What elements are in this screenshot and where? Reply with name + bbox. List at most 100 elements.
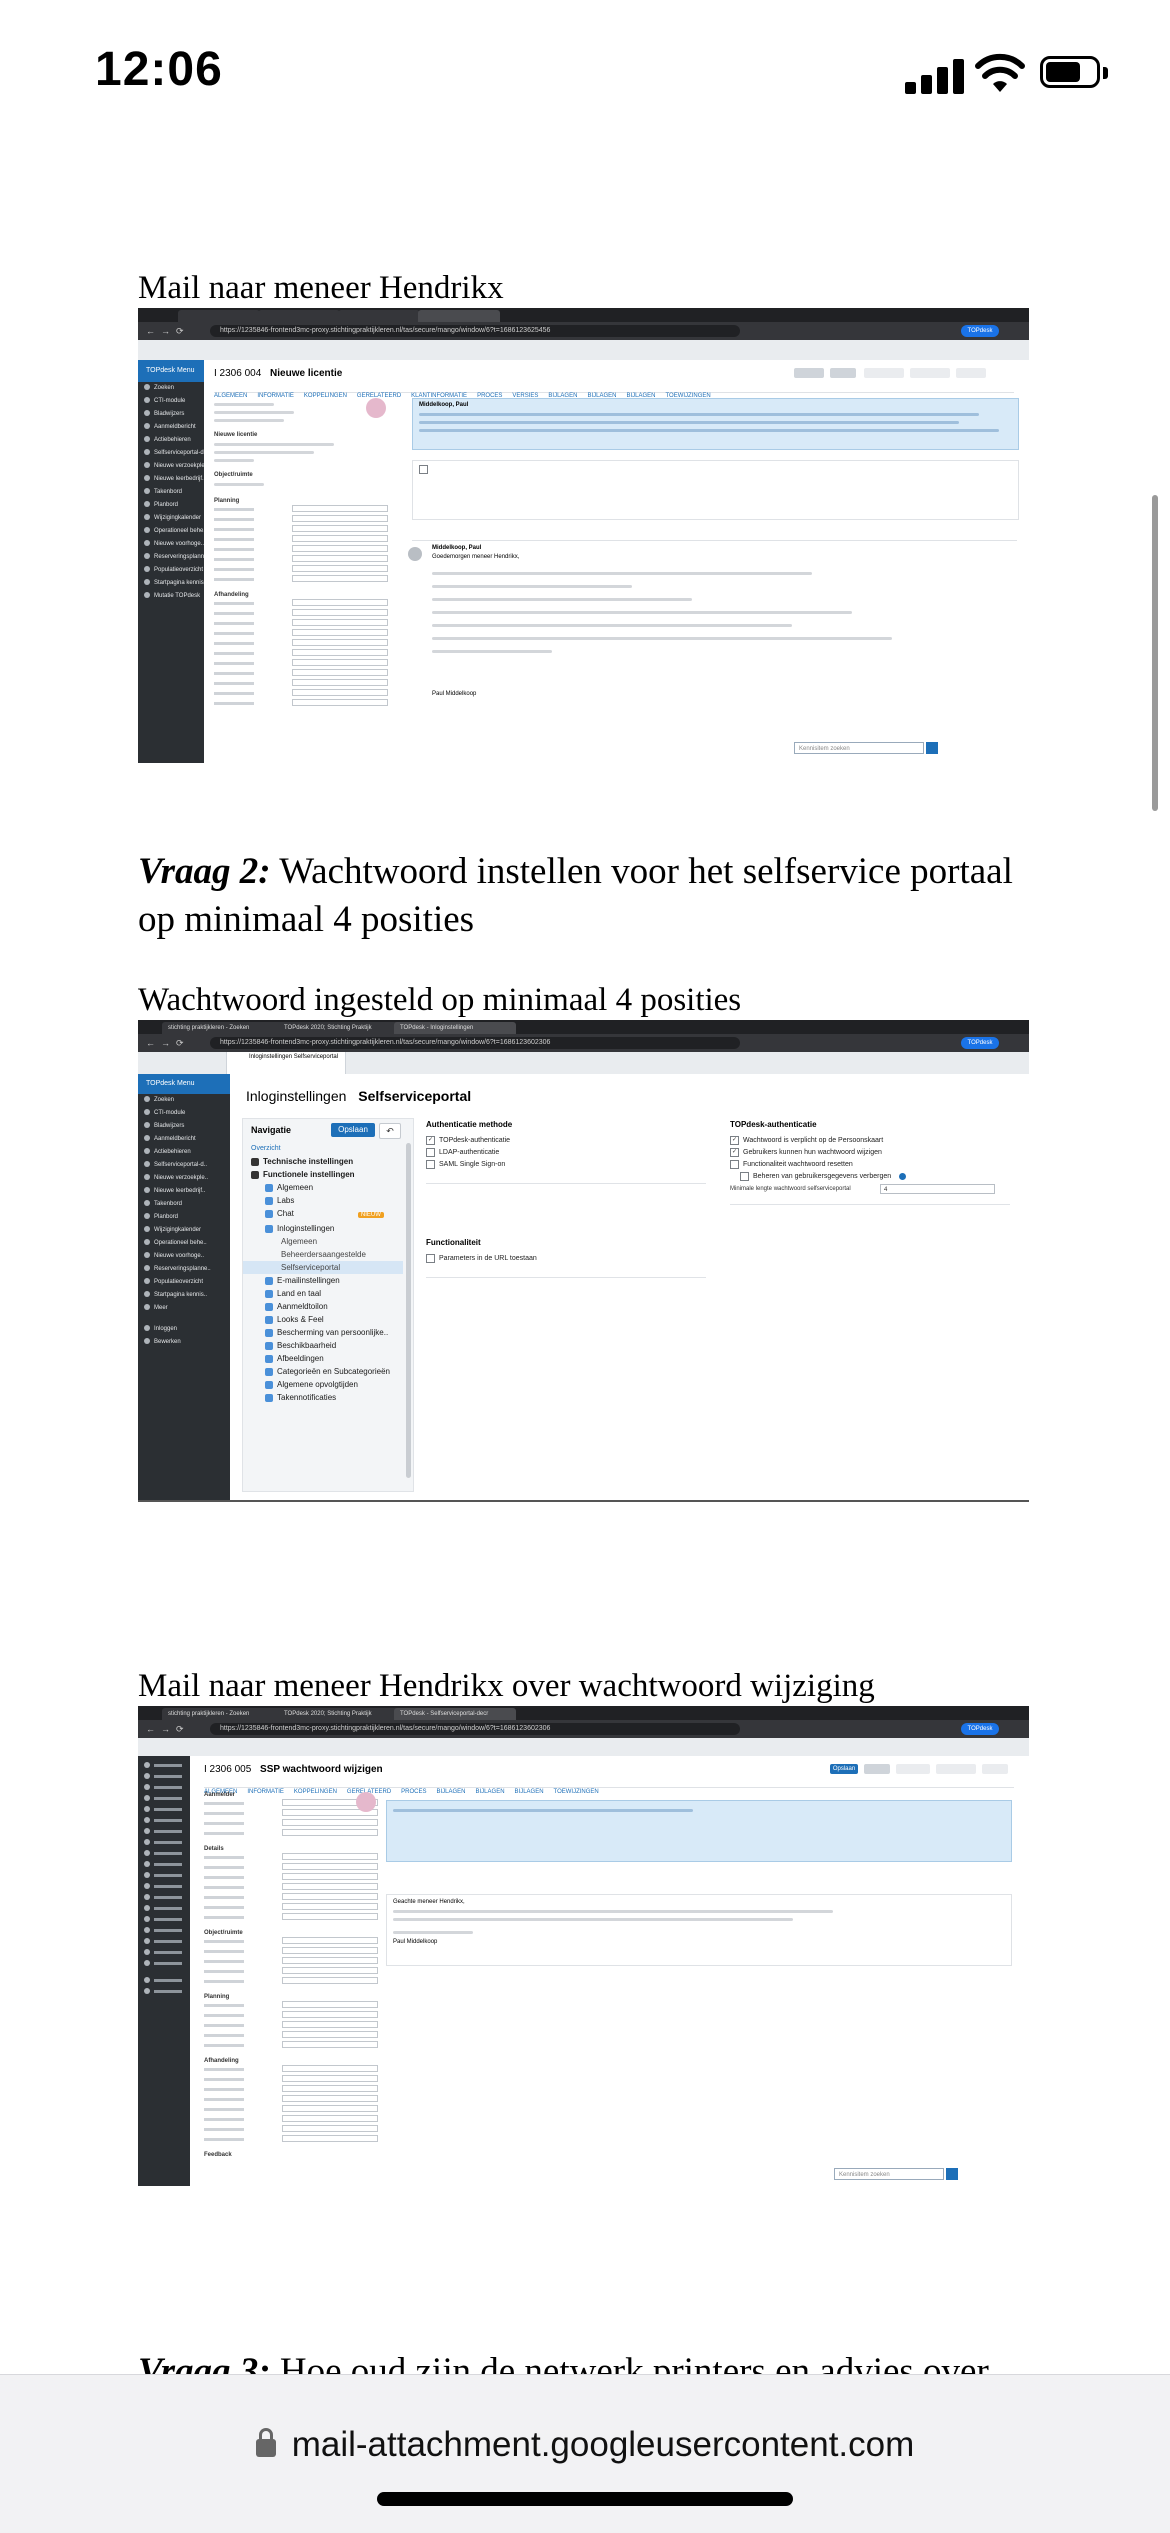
form-field[interactable] xyxy=(282,1853,378,1860)
form-field[interactable] xyxy=(282,2031,378,2038)
sidebar-item[interactable]: Selfserviceportal-d.. xyxy=(138,447,204,460)
form-field[interactable] xyxy=(292,659,388,666)
sidebar-item[interactable] xyxy=(138,1986,190,1997)
form-field[interactable] xyxy=(282,1937,378,1944)
form-field[interactable] xyxy=(282,1957,378,1964)
topdesk-menu-brand[interactable]: TOPdesk Menu xyxy=(138,1074,230,1094)
sidebar-item[interactable]: Planbord xyxy=(138,1211,230,1224)
sidebar-item[interactable]: Aanmeldbericht xyxy=(138,421,204,434)
tree-item[interactable]: Chat NIEUW xyxy=(243,1207,403,1222)
form-field[interactable] xyxy=(292,649,388,656)
form-field[interactable] xyxy=(292,669,388,676)
form-field[interactable] xyxy=(282,2135,378,2142)
tree-item[interactable]: Takennotificaties xyxy=(243,1391,403,1404)
checkbox[interactable] xyxy=(730,1135,739,1145)
form-field[interactable] xyxy=(292,535,388,542)
sidebar-item[interactable]: Actiebehieren xyxy=(138,434,204,447)
form-field[interactable] xyxy=(292,599,388,606)
tree-scrollbar[interactable] xyxy=(406,1143,411,1478)
sidebar-item[interactable]: Mutatie TOPdesk xyxy=(138,590,204,603)
profile-pill[interactable]: TOPdesk xyxy=(961,325,999,337)
sidebar-item[interactable] xyxy=(138,1903,190,1914)
profile-pill[interactable]: TOPdesk xyxy=(961,1723,999,1735)
sidebar-item[interactable] xyxy=(138,1958,190,1969)
sidebar-item[interactable] xyxy=(138,1771,190,1782)
sidebar-item[interactable]: Startpagina kennis.. xyxy=(138,577,204,590)
checkbox[interactable] xyxy=(426,1159,435,1169)
address-field[interactable]: https://1235846-frontend3mc-proxy.sticht… xyxy=(210,325,740,337)
tree-item[interactable]: Categorieën en Subcategorieën xyxy=(243,1365,403,1378)
form-field[interactable] xyxy=(282,2021,378,2028)
sidebar-item[interactable]: Inloggen xyxy=(138,1323,230,1336)
tree-item[interactable]: Inloginstellingen xyxy=(243,1222,403,1235)
sidebar-item[interactable]: Populatieoverzicht xyxy=(138,564,204,577)
tree-item[interactable]: Functionele instellingen xyxy=(243,1168,403,1181)
form-field[interactable] xyxy=(282,1913,378,1920)
sidebar-item[interactable] xyxy=(138,1826,190,1837)
tree-item[interactable]: Land en taal xyxy=(243,1287,403,1300)
undo-icon[interactable]: ↶ xyxy=(379,1123,401,1139)
knowledge-search-input[interactable]: Kennisitem zoeken xyxy=(834,2168,944,2180)
sidebar-item[interactable] xyxy=(138,1975,190,1986)
toolbar-button-5[interactable] xyxy=(982,1764,1008,1774)
sidebar-item[interactable]: Nieuwe leerbedrijf.. xyxy=(138,473,204,486)
sidebar-item[interactable]: Reserveringsplanne.. xyxy=(138,1263,230,1276)
form-field[interactable] xyxy=(282,1903,378,1910)
tree-item[interactable]: Technische instellingen xyxy=(243,1155,403,1168)
browser-tab-2[interactable]: TOPdesk 2020; Stichting Praktijk xyxy=(278,1708,400,1720)
sidebar-item[interactable]: Meer xyxy=(138,1302,230,1315)
checkbox[interactable] xyxy=(730,1159,739,1169)
sidebar-item[interactable]: Startpagina kennis.. xyxy=(138,1289,230,1302)
tree-item[interactable]: Beschikbaarheid xyxy=(243,1339,403,1352)
toolbar-button-4[interactable] xyxy=(910,368,950,378)
save-button[interactable]: Opslaan xyxy=(331,1123,375,1137)
sidebar-item[interactable]: Wijzigingkalender xyxy=(138,1224,230,1237)
sidebar-item[interactable] xyxy=(138,1782,190,1793)
sidebar-item[interactable]: CTI-module xyxy=(138,1107,230,1120)
knowledge-search-input[interactable]: Kennisitem zoeken xyxy=(794,742,924,754)
sidebar-item[interactable]: Nieuwe voorhoge.. xyxy=(138,538,204,551)
form-field[interactable] xyxy=(282,2041,378,2048)
sidebar-item[interactable]: Aanmeldbericht xyxy=(138,1133,230,1146)
sidebar-item[interactable]: CTI-module xyxy=(138,395,204,408)
sidebar-item[interactable]: Nieuwe leerbedrijf.. xyxy=(138,1185,230,1198)
form-field[interactable] xyxy=(282,2095,378,2102)
form-field[interactable] xyxy=(282,1883,378,1890)
tree-item[interactable]: Afbeeldingen xyxy=(243,1352,403,1365)
sidebar-item[interactable]: Operationeel behe.. xyxy=(138,525,204,538)
sidebar-item[interactable]: Bladwijzers xyxy=(138,408,204,421)
tree-item[interactable]: Algemene opvolgtijden xyxy=(243,1378,403,1391)
address-field[interactable]: https://1235846-frontend3mc-proxy.sticht… xyxy=(210,1723,740,1735)
sidebar-item[interactable] xyxy=(138,1848,190,1859)
checkbox[interactable] xyxy=(740,1171,749,1181)
sidebar-item[interactable] xyxy=(138,1881,190,1892)
sidebar-item[interactable]: Takenbord xyxy=(138,486,204,499)
sidebar-item[interactable] xyxy=(138,1804,190,1815)
sidebar-item[interactable]: Populatieoverzicht xyxy=(138,1276,230,1289)
form-field[interactable] xyxy=(282,2105,378,2112)
form-field[interactable] xyxy=(292,689,388,696)
profile-pill[interactable]: TOPdesk xyxy=(961,1037,999,1049)
tree-item[interactable]: E-mailinstellingen xyxy=(243,1274,403,1287)
sidebar-item[interactable] xyxy=(138,1914,190,1925)
sidebar-item[interactable] xyxy=(138,1760,190,1771)
sidebar-item[interactable] xyxy=(138,1936,190,1947)
sidebar-item[interactable]: Nieuwe voorhoge.. xyxy=(138,1250,230,1263)
tree-item[interactable]: Algemeen xyxy=(243,1235,403,1248)
sidebar-item[interactable]: Takenbord xyxy=(138,1198,230,1211)
sidebar-item[interactable]: Bladwijzers xyxy=(138,1120,230,1133)
search-icon[interactable] xyxy=(926,742,938,754)
browser-tab-1[interactable]: stichting praktijkleren - Zoeken xyxy=(162,1708,284,1720)
reply-editor[interactable]: Geachte meneer Hendrikx, Paul Middelkoop xyxy=(386,1894,1012,1966)
form-field[interactable] xyxy=(282,2085,378,2092)
toolbar-button-2[interactable] xyxy=(830,368,856,378)
tree-item[interactable]: Selfserviceportal xyxy=(243,1261,403,1274)
save-button[interactable]: Opslaan xyxy=(830,1764,858,1774)
form-field[interactable] xyxy=(282,1893,378,1900)
form-field[interactable] xyxy=(282,1977,378,1984)
form-field[interactable] xyxy=(292,575,388,582)
form-field[interactable] xyxy=(282,2001,378,2008)
sidebar-item[interactable] xyxy=(138,1947,190,1958)
sidebar-item[interactable] xyxy=(138,1925,190,1936)
checkbox[interactable] xyxy=(730,1147,739,1157)
